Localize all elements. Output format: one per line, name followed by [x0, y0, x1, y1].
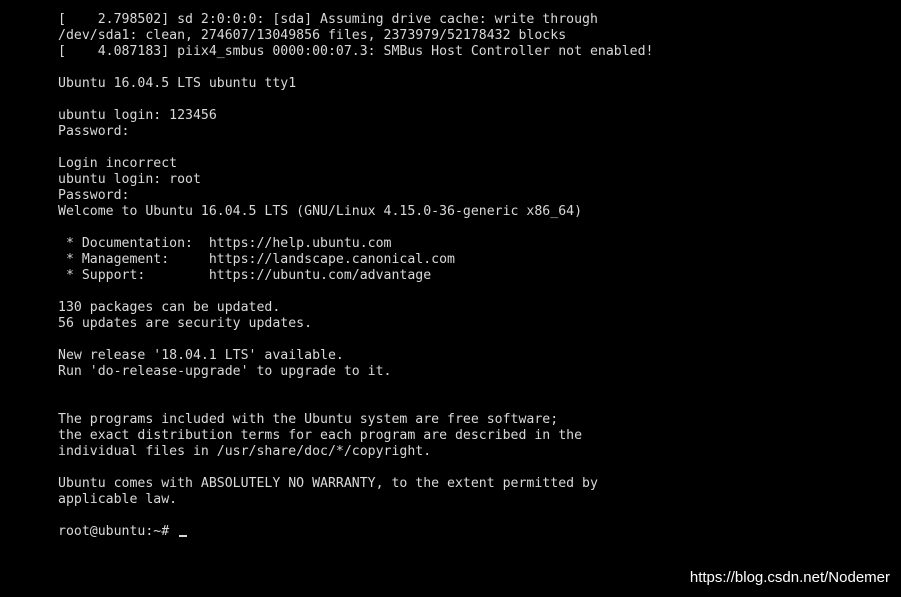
- new-release-line: New release '18.04.1 LTS' available.: [58, 348, 344, 363]
- tty-screen[interactable]: { "terminal": { "lines": [ "[ 2.798502] …: [0, 0, 901, 597]
- packages-update-line: 130 packages can be updated.: [58, 300, 281, 315]
- shell-prompt: root@ubuntu:~#: [58, 524, 178, 539]
- fsck-line: /dev/sda1: clean, 274607/13049856 files,…: [58, 28, 567, 43]
- shell-prompt-line[interactable]: root@ubuntu:~#: [58, 524, 888, 540]
- login-line: ubuntu login: 123456: [58, 108, 217, 123]
- warranty-line: Ubuntu comes with ABSOLUTELY NO WARRANTY…: [58, 476, 598, 491]
- text-cursor[interactable]: [179, 535, 188, 537]
- console-output[interactable]: [ 2.798502] sd 2:0:0:0: [sda] Assuming d…: [58, 12, 888, 540]
- login-error-line: Login incorrect: [58, 156, 178, 171]
- login-line: ubuntu login: root: [58, 172, 201, 187]
- security-update-line: 56 updates are security updates.: [58, 316, 313, 331]
- tty-banner: Ubuntu 16.04.5 LTS ubuntu tty1: [58, 76, 297, 91]
- license-line: The programs included with the Ubuntu sy…: [58, 412, 559, 427]
- welcome-line: Welcome to Ubuntu 16.04.5 LTS (GNU/Linux…: [58, 204, 583, 219]
- license-line: the exact distribution terms for each pr…: [58, 428, 583, 443]
- password-line: Password:: [58, 124, 130, 139]
- management-link-line: * Management: https://landscape.canonica…: [58, 252, 455, 267]
- doc-link-line: * Documentation: https://help.ubuntu.com: [58, 236, 392, 251]
- password-line: Password:: [58, 188, 130, 203]
- watermark: https://blog.csdn.net/Nodemer: [689, 569, 890, 586]
- boot-log-line: [ 2.798502] sd 2:0:0:0: [sda] Assuming d…: [58, 12, 598, 27]
- upgrade-hint-line: Run 'do-release-upgrade' to upgrade to i…: [58, 364, 392, 379]
- warranty-line: applicable law.: [58, 492, 178, 507]
- support-link-line: * Support: https://ubuntu.com/advantage: [58, 268, 432, 283]
- license-line: individual files in /usr/share/doc/*/cop…: [58, 444, 432, 459]
- boot-log-line: [ 4.087183] piix4_smbus 0000:00:07.3: SM…: [58, 44, 654, 59]
